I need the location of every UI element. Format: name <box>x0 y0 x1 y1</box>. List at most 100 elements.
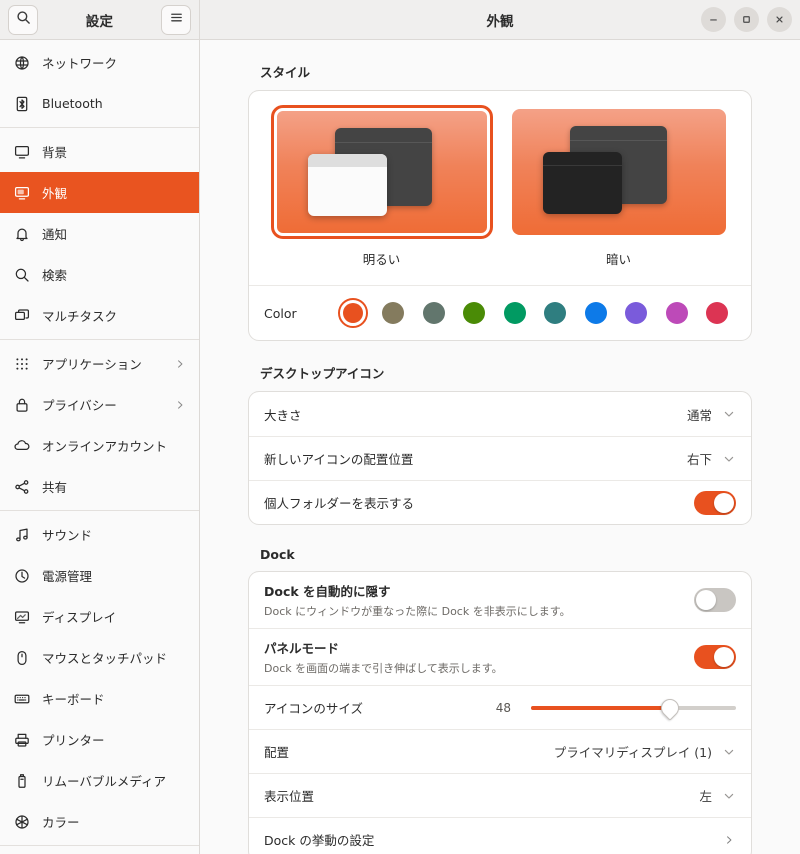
toggle-knob <box>714 647 734 667</box>
row-title: Dock の挙動の設定 <box>264 833 375 848</box>
sidebar-title: 設定 <box>85 13 114 30</box>
settings-content: スタイル 明るい 暗い Color デスクトップアイコン 大きさ 通常 新しいアイコン… <box>200 40 800 854</box>
accent-swatch-orange[interactable] <box>338 298 368 328</box>
row-texts: 表示位置 <box>264 786 689 805</box>
desktop-icons-row[interactable]: 大きさ 通常 <box>249 392 751 436</box>
row-title: 表示位置 <box>264 789 315 804</box>
row-title: 大きさ <box>264 407 302 423</box>
toggle-switch[interactable] <box>694 490 736 515</box>
row-title: 新しいアイコンの配置位置 <box>264 452 414 467</box>
row-texts: Dock を自動的に隠す Dock にウィンドウが重なった際に Dock を非表示… <box>264 581 684 619</box>
desktop-icons-row[interactable]: 新しいアイコンの配置位置 右下 <box>249 436 751 480</box>
swatch-dot <box>343 303 363 323</box>
sidebar-item-search[interactable]: 検索 <box>0 254 199 295</box>
main-menu-button[interactable] <box>161 4 191 35</box>
toggle-switch[interactable] <box>694 645 736 669</box>
sidebar-item-mouse[interactable]: マウスとタッチパッド <box>0 637 199 678</box>
desktop-icons-row[interactable]: 個人フォルダーを表示する <box>249 480 751 524</box>
accent-swatch-emerald[interactable] <box>500 298 530 328</box>
row-texts: パネルモード Dock を画面の端まで引き伸ばして表示します。 <box>264 638 684 676</box>
dock-row[interactable]: パネルモード Dock を画面の端まで引き伸ばして表示します。 <box>249 628 751 685</box>
titlebar: 設定 外観 <box>0 0 800 40</box>
slider-thumb[interactable] <box>657 694 684 721</box>
row-title: 配置 <box>264 745 290 760</box>
sidebar-item-power[interactable]: 電源管理 <box>0 555 199 596</box>
multitasking-icon <box>14 308 30 324</box>
toggle-knob <box>714 492 734 513</box>
chevron-down-icon[interactable] <box>722 746 736 758</box>
row-title: Dock を自動的に隠す <box>264 584 391 599</box>
chevron-down-icon[interactable] <box>722 453 736 465</box>
style-thumbnail-dark[interactable] <box>508 105 730 239</box>
color-wheel-icon <box>14 814 30 830</box>
search-button[interactable] <box>8 4 38 35</box>
sidebar-item-share[interactable]: 共有 <box>0 466 199 507</box>
accent-swatch-purple[interactable] <box>621 298 651 328</box>
usb-drive-icon <box>14 773 30 789</box>
dock-row[interactable]: 表示位置 左 <box>249 773 751 817</box>
maximize-button[interactable] <box>734 7 759 32</box>
lock-icon <box>14 397 30 413</box>
toggle-switch[interactable] <box>694 588 736 612</box>
icon-size-slider[interactable] <box>531 694 736 721</box>
cloud-icon <box>14 438 30 454</box>
sidebar-item-bluetooth[interactable]: Bluetooth <box>0 83 199 124</box>
slider-fill <box>531 705 671 710</box>
sidebar-item-printer[interactable]: プリンター <box>0 719 199 760</box>
sidebar-divider <box>0 339 199 340</box>
swatch-dot <box>544 302 567 324</box>
accent-swatch-blue[interactable] <box>581 298 611 328</box>
swatch-dot <box>665 302 688 324</box>
row-texts: 配置 <box>264 742 544 761</box>
sidebar-item-bell[interactable]: 通知 <box>0 213 199 254</box>
sidebar-item-cloud[interactable]: オンラインアカウント <box>0 425 199 466</box>
sidebar-item-keyboard[interactable]: キーボード <box>0 678 199 719</box>
style-thumbnail-light[interactable] <box>270 105 493 239</box>
keyboard-icon <box>14 691 30 707</box>
sidebar-item-apps-grid[interactable]: アプリケーション <box>0 343 199 384</box>
chevron-down-icon[interactable] <box>722 790 736 802</box>
bell-icon <box>14 226 30 242</box>
style-card: 明るい 暗い Color <box>248 90 752 341</box>
chevron-down-icon[interactable] <box>722 408 736 420</box>
sidebar-item-wallpaper[interactable]: 背景 <box>0 131 199 172</box>
swatch-dot <box>463 302 486 324</box>
dock-row[interactable]: Dock を自動的に隠す Dock にウィンドウが重なった際に Dock を非表示… <box>249 572 751 628</box>
accent-swatch-green[interactable] <box>459 298 489 328</box>
row-texts: 大きさ <box>264 405 677 424</box>
sidebar-item-label: オンラインアカウント <box>42 439 168 454</box>
close-button[interactable] <box>767 7 792 32</box>
sidebar-item-appearance[interactable]: 外観 <box>0 172 199 213</box>
style-option-dark[interactable]: 暗い <box>500 105 737 281</box>
sidebar-item-multitasking[interactable]: マルチタスク <box>0 295 199 336</box>
dock-row[interactable]: Dock の挙動の設定 <box>249 817 751 854</box>
dock-row[interactable]: アイコンのサイズ 48 <box>249 685 751 729</box>
sidebar-item-lock[interactable]: プライバシー <box>0 384 199 425</box>
sidebar-item-color-wheel[interactable]: カラー <box>0 801 199 842</box>
window-body: ネットワーク Bluetooth 背景 外観 通知 検索 マルチタスク アプリケーション プライ… <box>0 40 800 854</box>
swatch-dot <box>705 302 728 324</box>
accent-swatch-teal[interactable] <box>540 298 570 328</box>
sidebar-item-display[interactable]: ディスプレイ <box>0 596 199 637</box>
wallpaper-icon <box>14 144 30 160</box>
style-option-light[interactable]: 明るい <box>263 105 500 281</box>
sidebar-item-usb-drive[interactable]: リムーバブルメディア <box>0 760 199 801</box>
row-texts: アイコンのサイズ <box>264 698 486 717</box>
sidebar-divider <box>0 845 199 846</box>
sidebar-divider <box>0 510 199 511</box>
accent-swatch-olive[interactable] <box>378 298 408 328</box>
chevron-right-icon[interactable] <box>722 835 736 845</box>
row-subtitle: Dock にウィンドウが重なった際に Dock を非表示にします。 <box>264 605 571 618</box>
row-title: パネルモード <box>264 641 340 656</box>
dock-row[interactable]: 配置 プライマリディスプレイ (1) <box>249 729 751 773</box>
accent-swatch-magenta[interactable] <box>662 298 692 328</box>
sidebar-divider <box>0 127 199 128</box>
sidebar-item-network[interactable]: ネットワーク <box>0 42 199 83</box>
sidebar-item-music-note[interactable]: サウンド <box>0 514 199 555</box>
accent-swatch-red[interactable] <box>702 298 732 328</box>
accent-swatch-sage[interactable] <box>419 298 449 328</box>
sidebar-item-globe[interactable]: 地域と言語 <box>0 849 199 854</box>
accent-color-label: Color <box>264 305 297 321</box>
row-value: 右下 <box>686 452 712 467</box>
minimize-button[interactable] <box>701 7 726 32</box>
